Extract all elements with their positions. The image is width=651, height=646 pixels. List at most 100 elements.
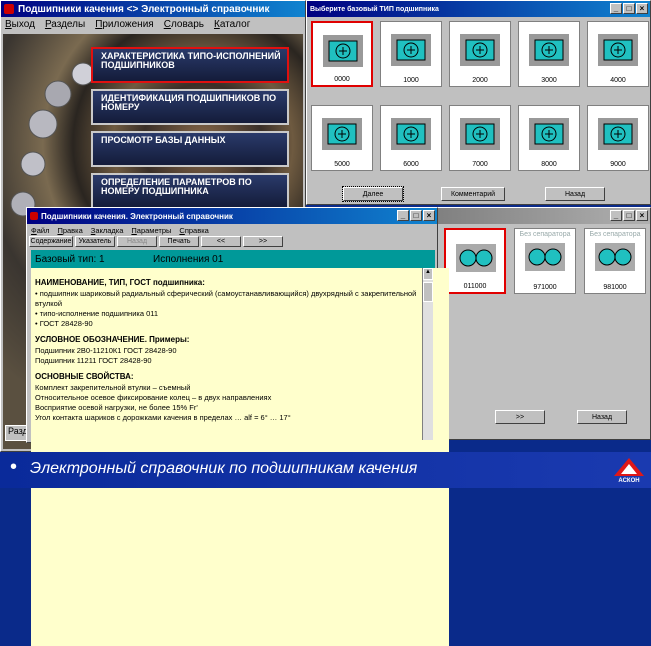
help-menu-options[interactable]: Параметры — [131, 226, 171, 235]
bearing-section-icon — [529, 118, 569, 150]
maximize-icon[interactable]: □ — [410, 210, 422, 221]
bearing-type-tile[interactable]: 4000 — [587, 21, 649, 87]
variants-window: _ □ × 011000 Без сепаратора 971000 Без сепара… — [436, 207, 651, 440]
bearing-type-tile[interactable]: 2000 — [449, 21, 511, 87]
menu-dictionary[interactable]: Словарь — [164, 19, 204, 30]
help-window-titlebar[interactable]: Подшипники качения. Электронный справочн… — [27, 208, 437, 224]
bearing-type-code: 8000 — [541, 161, 557, 168]
minimize-icon[interactable]: _ — [610, 3, 622, 14]
close-icon[interactable]: × — [636, 3, 648, 14]
bearing-section-icon — [529, 34, 569, 66]
bearing-section-icon — [460, 118, 500, 150]
menu-apps[interactable]: Приложения — [95, 19, 154, 30]
minimize-icon[interactable]: _ — [610, 210, 622, 221]
prev-topic-button[interactable]: << — [201, 236, 241, 247]
bearing-type-code: 3000 — [541, 77, 557, 84]
bearing-type-code: 7000 — [472, 161, 488, 168]
bearing-type-code: 1000 — [403, 77, 419, 84]
footer-caption: Электронный справочник по подшипникам ка… — [30, 460, 418, 477]
help-section-heading: УСЛОВНОЕ ОБОЗНАЧЕНИЕ. Примеры: — [35, 335, 190, 344]
help-text-line: • типо-исполнение подшипника 011 — [35, 309, 159, 318]
maximize-icon[interactable]: □ — [623, 210, 635, 221]
bearing-type-tile[interactable]: 0000 — [311, 21, 373, 87]
help-window-title: Подшипники качения. Электронный справочн… — [41, 211, 233, 221]
nav-button-characteristics[interactable]: Характеристика типо-исполнений подшипник… — [91, 47, 289, 83]
app-icon — [4, 4, 14, 14]
bearing-section-icon — [323, 35, 363, 67]
bearing-type-tile[interactable]: 8000 — [518, 105, 580, 171]
bearing-section-icon — [391, 118, 431, 150]
help-text-line: Комплект закрепительной втулки – съемный — [35, 383, 191, 392]
variants-window-titlebar[interactable]: _ □ × — [437, 208, 650, 224]
help-scrollbar[interactable]: ▲ — [422, 268, 433, 440]
help-text-line: • ГОСТ 28428-90 — [35, 319, 93, 328]
variants-back-button[interactable]: Назад — [577, 410, 627, 424]
bearing-variant-tile[interactable]: Без сепаратора 981000 — [584, 228, 646, 294]
help-section-heading: ОСНОВНЫЕ СВОЙСТВА: — [35, 372, 134, 381]
bearing-type-code: 6000 — [403, 161, 419, 168]
print-button[interactable]: Печать — [159, 236, 199, 247]
bearing-section-icon — [322, 118, 362, 150]
maximize-icon[interactable]: □ — [623, 3, 635, 14]
bearing-type-tile[interactable]: 9000 — [587, 105, 649, 171]
next-topic-button[interactable]: >> — [243, 236, 283, 247]
type-window-title: Выберите базовый ТИП подшипника — [310, 5, 439, 13]
bearing-variant-icon — [456, 244, 496, 272]
help-text-line: Подшипник 11211 ГОСТ 28428-90 — [35, 356, 152, 365]
bearing-section-icon — [391, 34, 431, 66]
bearing-type-tile[interactable]: 6000 — [380, 105, 442, 171]
help-toolbar: Содержание Указатель Назад Печать << >> — [29, 236, 283, 248]
bearing-type-code: 9000 — [610, 161, 626, 168]
bearing-variant-tile[interactable]: Без сепаратора 971000 — [514, 228, 576, 294]
index-button[interactable]: Указатель — [75, 236, 115, 247]
help-menubar: Файл Правка Закладка Параметры Справка — [27, 224, 437, 236]
bearing-type-code: 4000 — [610, 77, 626, 84]
footer-banner: • Электронный справочник по подшипникам … — [0, 452, 651, 488]
help-back-button[interactable]: Назад — [117, 236, 157, 247]
bearing-variant-icon — [525, 243, 565, 271]
help-menu-help[interactable]: Справка — [179, 226, 208, 235]
bearing-section-icon — [598, 34, 638, 66]
scroll-thumb[interactable] — [423, 282, 433, 302]
help-text-line: • подшипник шариковый радиальный сфериче… — [35, 289, 417, 308]
help-text-line: Относительное осевое фиксирование колец … — [35, 393, 272, 402]
nav-button-parameters[interactable]: Определение параметров по номеру подшипн… — [91, 173, 289, 209]
type-selection-window: Выберите базовый ТИП подшипника _ □ × 0000… — [306, 0, 651, 205]
minimize-icon[interactable]: _ — [397, 210, 409, 221]
footer-bullet: • — [10, 456, 18, 478]
main-window-titlebar[interactable]: Подшипники качения <> Электронный справо… — [1, 1, 305, 17]
variant-code: 011000 — [463, 283, 487, 290]
help-menu-edit[interactable]: Правка — [57, 226, 82, 235]
type-window-titlebar[interactable]: Выберите базовый ТИП подшипника _ □ × — [307, 1, 650, 17]
menu-sections[interactable]: Разделы — [45, 19, 85, 30]
ascon-logo-text: АСКОН — [618, 478, 640, 484]
menu-catalog[interactable]: Каталог — [214, 19, 250, 30]
scroll-up-arrow-icon[interactable]: ▲ — [423, 268, 433, 280]
next-button[interactable]: Далее — [342, 186, 404, 202]
help-text-line: Восприятие осевой нагрузки, не более 15%… — [35, 403, 198, 412]
nav-button-database[interactable]: Просмотр базы данных — [91, 131, 289, 167]
forward-button[interactable]: >> — [495, 410, 545, 424]
variant-code: 971000 — [533, 284, 557, 291]
ascon-logo: АСКОН — [612, 456, 646, 486]
bearing-type-code: 2000 — [472, 77, 488, 84]
ascon-logo-icon — [614, 458, 644, 476]
bearing-variant-tile[interactable]: 011000 — [444, 228, 506, 294]
help-menu-file[interactable]: Файл — [31, 226, 49, 235]
back-button[interactable]: Назад — [545, 187, 605, 201]
bearing-type-tile[interactable]: 3000 — [518, 21, 580, 87]
help-menu-bookmark[interactable]: Закладка — [91, 226, 124, 235]
variant-code: 981000 — [603, 284, 627, 291]
help-section-heading: НАИМЕНОВАНИЕ, ТИП, ГОСТ подшипника: — [35, 278, 205, 287]
comment-button[interactable]: Комментарий — [441, 187, 505, 201]
close-icon[interactable]: × — [423, 210, 435, 221]
bearing-type-tile[interactable]: 7000 — [449, 105, 511, 171]
bearing-type-tile[interactable]: 1000 — [380, 21, 442, 87]
close-icon[interactable]: × — [636, 210, 648, 221]
menu-exit[interactable]: Выход — [5, 19, 35, 30]
contents-button[interactable]: Содержание — [29, 236, 73, 247]
nav-button-identification[interactable]: Идентификация подшипников по номеру — [91, 89, 289, 125]
bearing-type-tile[interactable]: 5000 — [311, 105, 373, 171]
bearing-variant-icon — [595, 243, 635, 271]
bearing-type-code: 0000 — [334, 76, 350, 83]
